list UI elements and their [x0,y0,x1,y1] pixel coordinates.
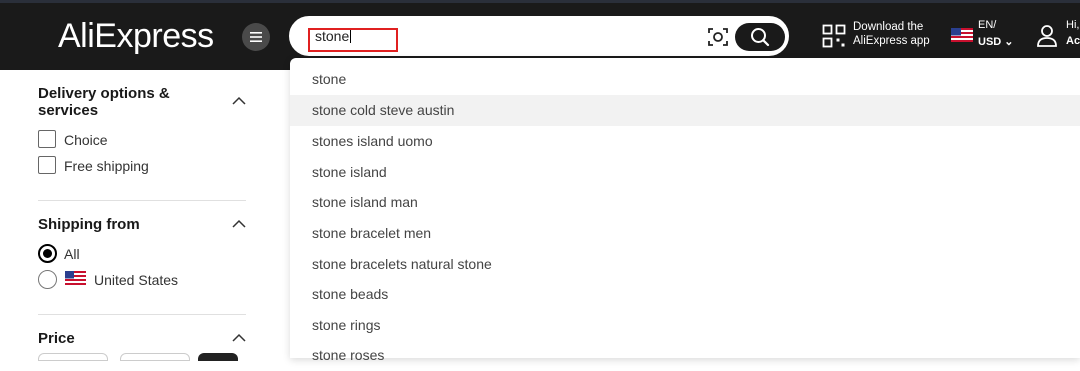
greeting-label: Hi, [1066,19,1080,31]
ship-from-us-label: United States [94,272,179,288]
choice-label: Choice [64,132,108,148]
delivery-options-title-line2: services [38,102,99,119]
suggestion-item[interactable]: stone bracelets natural stone [290,249,1080,280]
annotation-highlight-box [308,28,398,52]
delivery-options-title-line1: Delivery options & [38,85,170,102]
ship-from-all-label: All [64,246,80,262]
suggestion-item[interactable]: stone beads [290,279,1080,310]
chevron-up-icon[interactable] [231,96,247,106]
section-divider [38,314,246,315]
suggestion-item[interactable]: stone island [290,157,1080,188]
us-flag-icon[interactable] [951,28,973,42]
suggestion-item[interactable]: stone [290,64,1080,95]
download-app-line2: AliExpress app [853,35,930,47]
chevron-up-icon[interactable] [231,333,247,343]
ship-from-us-radio[interactable] [38,270,57,289]
suggestion-item[interactable]: stone rings [290,310,1080,341]
price-min-input[interactable] [38,353,108,361]
aliexpress-logo[interactable]: AliExpress [58,16,214,56]
suggestion-item[interactable]: stone roses [290,340,1080,371]
choice-checkbox[interactable] [38,130,56,148]
download-app-link[interactable]: Download the AliExpress app [853,20,930,48]
price-max-input[interactable] [120,353,190,361]
suggestion-item[interactable]: stone island man [290,187,1080,218]
top-accent-line [0,0,1080,3]
search-button[interactable] [735,23,785,51]
us-flag-icon [65,271,86,285]
search-icon [751,28,770,47]
qr-code-icon[interactable] [822,24,846,48]
free-shipping-label: Free shipping [64,158,149,174]
price-title[interactable]: Price [38,330,75,347]
suggestion-item[interactable]: stone cold steve austin [290,95,1080,126]
currency-label: USD [978,36,1002,48]
search-suggestions-dropdown: stone stone cold steve austin stones isl… [290,58,1080,363]
ship-from-all-radio[interactable] [38,244,57,263]
account-link[interactable]: Ac [1066,35,1080,47]
delivery-options-title[interactable]: Delivery options & services [38,85,170,119]
free-shipping-checkbox[interactable] [38,156,56,174]
price-apply-button[interactable] [198,353,238,361]
user-icon[interactable] [1036,24,1058,48]
chevron-up-icon[interactable] [231,219,247,229]
section-divider [38,200,246,201]
category-menu-button[interactable] [242,23,270,51]
currency-selector[interactable]: USD ⌄ [978,35,1014,48]
hamburger-icon [250,32,262,42]
language-label[interactable]: EN/ [978,19,996,31]
suggestion-item[interactable]: stones island uomo [290,126,1080,157]
download-app-line1: Download the [853,21,924,33]
suggestion-item[interactable]: stone bracelet men [290,218,1080,249]
image-search-icon[interactable] [707,26,729,48]
shipping-from-title[interactable]: Shipping from [38,216,140,233]
chevron-down-icon: ⌄ [1004,36,1014,48]
